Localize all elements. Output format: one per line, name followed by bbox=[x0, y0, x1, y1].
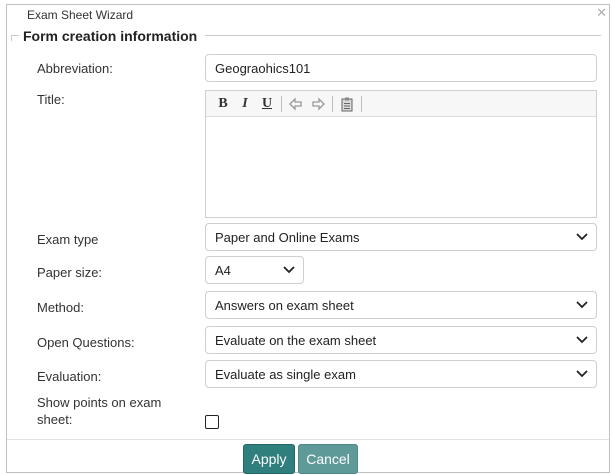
paper-size-select[interactable]: A4 bbox=[205, 256, 304, 284]
footer-divider bbox=[7, 439, 609, 440]
chevron-down-icon bbox=[576, 301, 588, 309]
method-value: Answers on exam sheet bbox=[215, 298, 354, 313]
apply-button[interactable]: Apply bbox=[243, 444, 295, 474]
open-questions-value: Evaluate on the exam sheet bbox=[215, 333, 377, 348]
open-questions-label: Open Questions: bbox=[37, 335, 135, 350]
evaluation-select[interactable]: Evaluate as single exam bbox=[205, 360, 597, 388]
show-points-label: Show points on exam sheet: bbox=[37, 395, 162, 427]
title-label: Title: bbox=[37, 92, 65, 107]
toolbar-separator bbox=[332, 95, 333, 112]
underline-icon[interactable]: U bbox=[256, 94, 278, 114]
exam-sheet-wizard-dialog: Exam Sheet Wizard ✕ Form creation inform… bbox=[6, 4, 610, 474]
method-label: Method: bbox=[37, 300, 84, 315]
chevron-down-icon bbox=[283, 266, 295, 274]
exam-type-select[interactable]: Paper and Online Exams bbox=[205, 223, 597, 251]
section-divider-tick bbox=[11, 35, 12, 41]
open-questions-select[interactable]: Evaluate on the exam sheet bbox=[205, 326, 597, 354]
section-title: Form creation information bbox=[19, 28, 206, 44]
title-rich-text-editor[interactable]: B I U bbox=[205, 90, 597, 218]
chevron-down-icon bbox=[576, 336, 588, 344]
abbreviation-label: Abbreviation: bbox=[37, 61, 113, 76]
chevron-down-icon bbox=[576, 370, 588, 378]
abbreviation-value: Geograohics101 bbox=[215, 61, 311, 76]
editor-toolbar: B I U bbox=[206, 91, 596, 117]
method-select[interactable]: Answers on exam sheet bbox=[205, 291, 597, 319]
italic-icon[interactable]: I bbox=[234, 94, 256, 114]
abbreviation-input[interactable]: Geograohics101 bbox=[205, 54, 597, 82]
paste-icon[interactable] bbox=[336, 94, 358, 114]
exam-type-value: Paper and Online Exams bbox=[215, 230, 360, 245]
evaluation-label: Evaluation: bbox=[37, 369, 102, 384]
show-points-checkbox[interactable] bbox=[205, 415, 219, 429]
close-icon[interactable]: ✕ bbox=[596, 6, 607, 20]
dialog-titlebar: Exam Sheet Wizard ✕ bbox=[7, 5, 609, 27]
undo-icon[interactable] bbox=[285, 94, 307, 114]
toolbar-separator bbox=[361, 95, 362, 112]
evaluation-value: Evaluate as single exam bbox=[215, 367, 356, 382]
toolbar-separator bbox=[281, 95, 282, 112]
redo-icon[interactable] bbox=[307, 94, 329, 114]
chevron-down-icon bbox=[576, 233, 588, 241]
paper-size-label: Paper size: bbox=[37, 265, 103, 280]
dialog-title: Exam Sheet Wizard bbox=[27, 8, 134, 22]
cancel-button[interactable]: Cancel bbox=[298, 444, 358, 474]
bold-icon[interactable]: B bbox=[212, 94, 234, 114]
paper-size-value: A4 bbox=[215, 263, 231, 278]
exam-type-label: Exam type bbox=[37, 232, 99, 247]
